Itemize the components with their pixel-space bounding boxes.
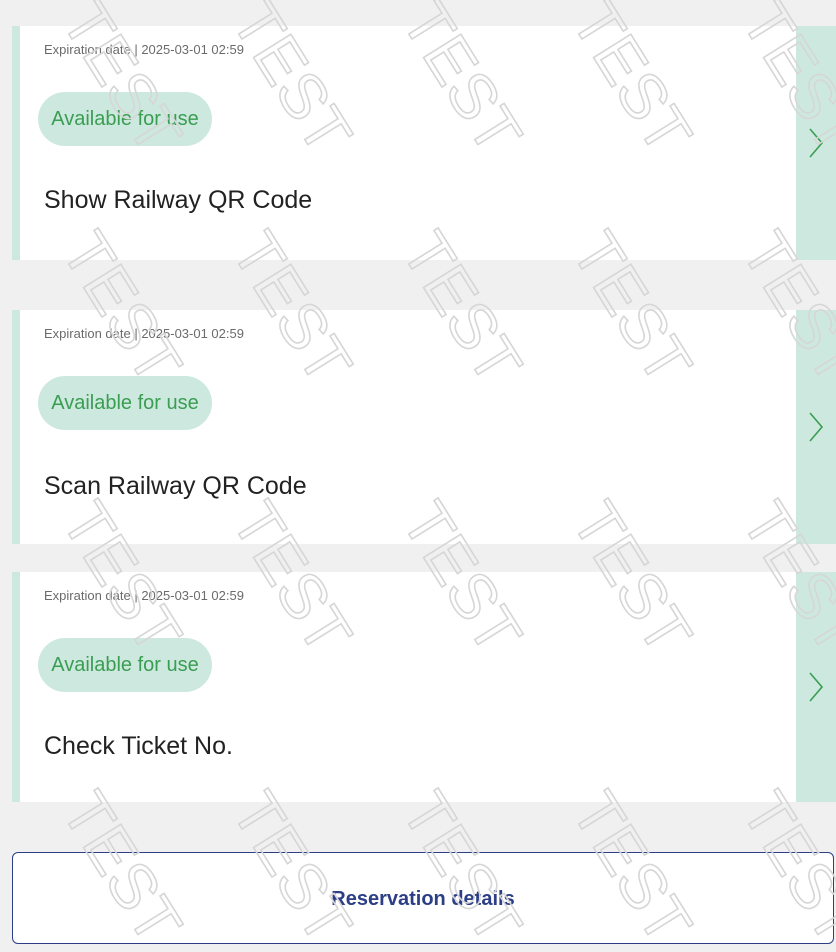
expiry-date: Expiration date | 2025-03-01 02:59 <box>44 326 244 341</box>
card-check-ticket-no[interactable]: Expiration date | 2025-03-01 02:59 Avail… <box>12 572 836 802</box>
chevron-bar[interactable] <box>796 26 836 260</box>
card-title: Show Railway QR Code <box>44 186 313 214</box>
chevron-bar[interactable] <box>796 572 836 802</box>
status-badge: Available for use <box>38 376 212 430</box>
chevron-bar[interactable] <box>796 310 836 544</box>
top-strip <box>0 0 836 26</box>
page: Expiration date | 2025-03-01 02:59 Avail… <box>0 0 836 952</box>
expiry-date: Expiration date | 2025-03-01 02:59 <box>44 42 244 57</box>
chevron-right-icon <box>809 412 824 442</box>
card-show-railway-qr[interactable]: Expiration date | 2025-03-01 02:59 Avail… <box>12 26 836 260</box>
chevron-right-icon <box>809 672 824 702</box>
status-badge: Available for use <box>38 92 212 146</box>
card-title: Check Ticket No. <box>44 732 233 760</box>
chevron-right-icon <box>809 128 824 158</box>
reservation-details-button[interactable]: Reservation details <box>12 852 834 944</box>
card-title: Scan Railway QR Code <box>44 472 307 500</box>
card-scan-railway-qr[interactable]: Expiration date | 2025-03-01 02:59 Avail… <box>12 310 836 544</box>
expiry-date: Expiration date | 2025-03-01 02:59 <box>44 588 244 603</box>
status-badge: Available for use <box>38 638 212 692</box>
